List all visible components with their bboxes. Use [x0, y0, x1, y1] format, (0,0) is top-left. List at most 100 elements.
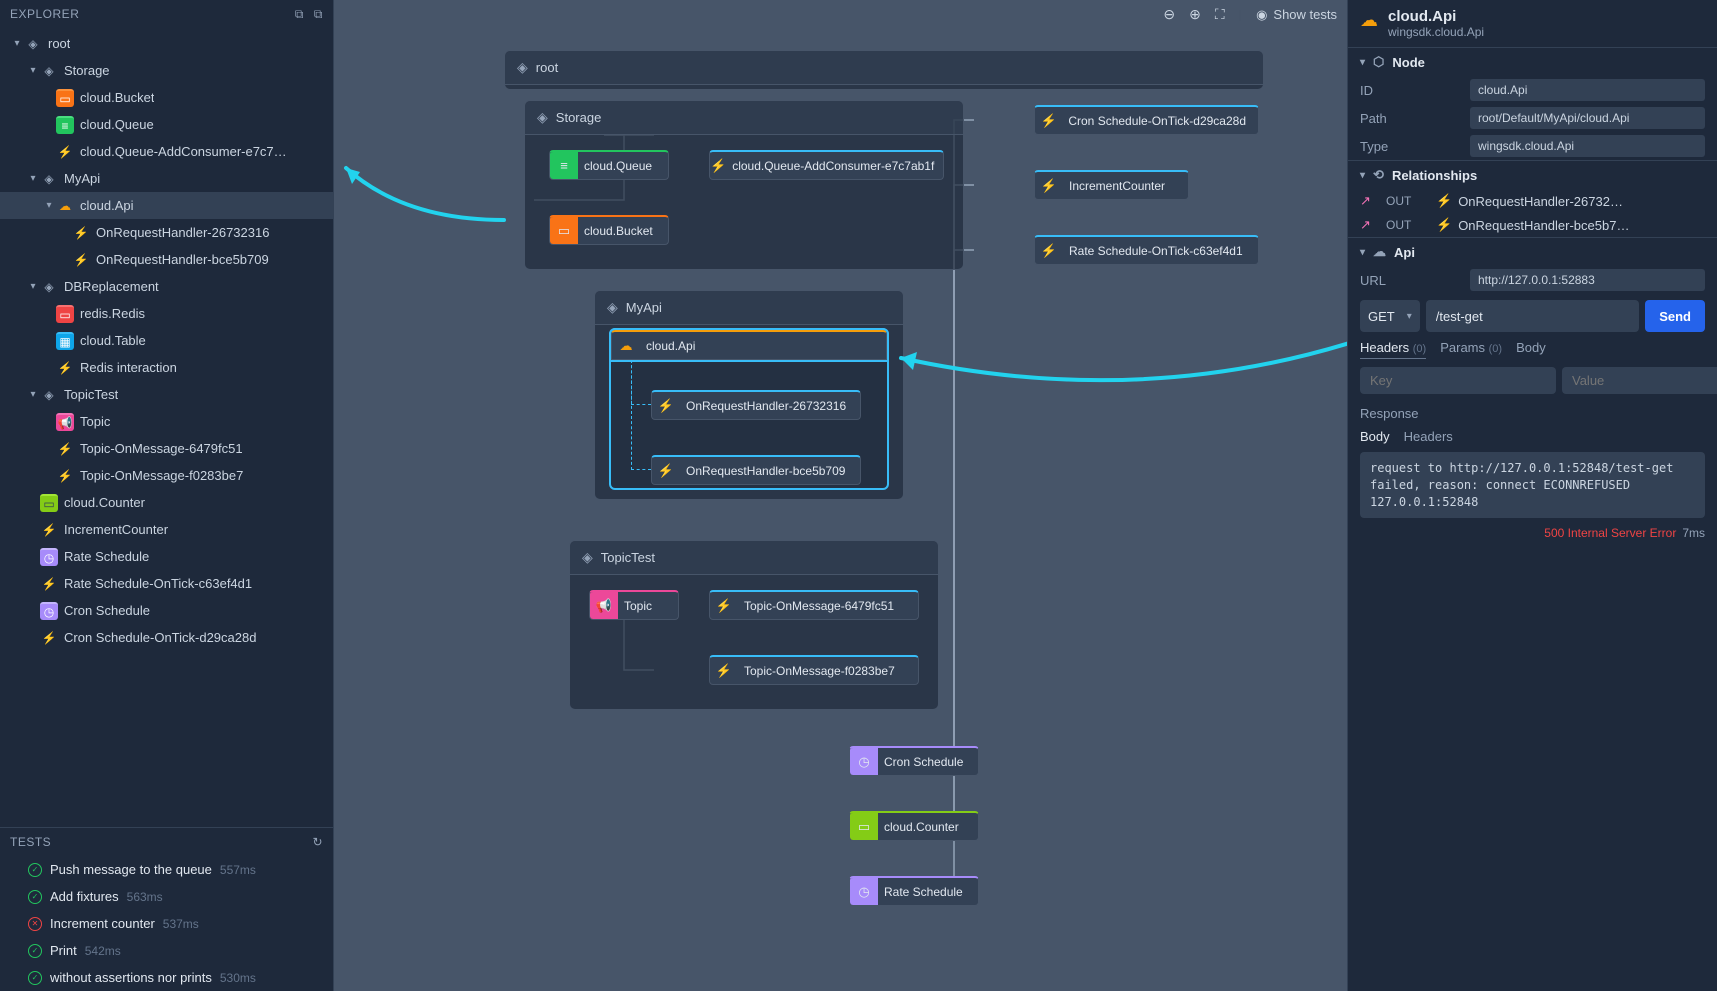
explorer-title: EXPLORER [10, 7, 79, 21]
tree-cloudapi[interactable]: ▾☁cloud.Api [0, 192, 333, 219]
node-path-value[interactable]: root/Default/MyApi/cloud.Api [1470, 107, 1705, 129]
test-row[interactable]: ✓Push message to the queue557ms [0, 856, 333, 883]
zoom-out-icon[interactable]: ⊖ [1163, 6, 1175, 23]
test-name: Add fixtures [50, 889, 119, 904]
inspector-title: cloud.Api [1388, 8, 1484, 25]
tree-table[interactable]: ▦cloud.Table [0, 327, 333, 354]
section-node[interactable]: ▾⬡Node [1348, 47, 1717, 76]
tree-topictest[interactable]: ▾◈TopicTest [0, 381, 333, 408]
tree-topic[interactable]: 📢Topic [0, 408, 333, 435]
node-ratesched[interactable]: ◷Rate Schedule [849, 876, 979, 906]
tree-counter[interactable]: ▭cloud.Counter [0, 489, 333, 516]
test-duration: 530ms [220, 971, 256, 985]
section-relationships[interactable]: ▾⟲Relationships [1348, 160, 1717, 189]
tree-onreq1[interactable]: ⚡OnRequestHandler-26732316 [0, 219, 333, 246]
cube-icon: ◈ [607, 299, 618, 316]
node-bucket[interactable]: ▭cloud.Bucket [549, 215, 669, 245]
node-onreq2[interactable]: ⚡OnRequestHandler-bce5b709 [651, 455, 861, 485]
test-status-icon: ✕ [28, 917, 42, 931]
cube-icon: ◈ [517, 59, 528, 76]
test-row[interactable]: ✓Add fixtures563ms [0, 883, 333, 910]
tree-redis[interactable]: ▭redis.Redis [0, 300, 333, 327]
path-input[interactable] [1426, 300, 1639, 332]
tree-dbrepl[interactable]: ▾◈DBReplacement [0, 273, 333, 300]
explorer-sidebar: EXPLORER ⧉ ⧉ ▾◈root ▾◈Storage ▭cloud.Buc… [0, 0, 334, 991]
node-ratetick[interactable]: ⚡Rate Schedule-OnTick-c63ef4d1 [1034, 235, 1259, 265]
show-tests-button[interactable]: ◉Show tests [1256, 7, 1337, 23]
test-status-icon: ✓ [28, 890, 42, 904]
outgoing-icon: ↗ [1360, 193, 1376, 209]
response-time: 7ms [1682, 526, 1705, 540]
node-cronsched[interactable]: ◷Cron Schedule [849, 746, 979, 776]
outgoing-icon: ↗ [1360, 217, 1376, 233]
response-headers-tab[interactable]: Headers [1404, 429, 1453, 444]
tree-bucket[interactable]: ▭cloud.Bucket [0, 84, 333, 111]
tree-inccounter[interactable]: ⚡IncrementCounter [0, 516, 333, 543]
node-id-value[interactable]: cloud.Api [1470, 79, 1705, 101]
node-icon: ⬡ [1373, 54, 1384, 70]
inspector-panel: ☁ cloud.Api wingsdk.cloud.Api ▾⬡Node IDc… [1347, 0, 1717, 991]
test-row[interactable]: ✓ without assertions nor prints 530ms [0, 964, 333, 991]
tree-topicmsg2[interactable]: ⚡Topic-OnMessage-f0283be7 [0, 462, 333, 489]
node-crontick[interactable]: ⚡Cron Schedule-OnTick-d29ca28d [1034, 105, 1259, 135]
method-select[interactable]: GET▾ [1360, 300, 1420, 332]
test-name: Push message to the queue [50, 862, 212, 877]
tree-myapi[interactable]: ▾◈MyApi [0, 165, 333, 192]
node-counter[interactable]: ▭cloud.Counter [849, 811, 979, 841]
tree-cronschedtick[interactable]: ⚡Cron Schedule-OnTick-d29ca28d [0, 624, 333, 651]
response-body-tab[interactable]: Body [1360, 429, 1390, 444]
header-key-input[interactable] [1360, 367, 1556, 394]
cloud-icon: ☁ [1360, 10, 1378, 31]
canvas[interactable]: ◈root ◈Storage ≡cloud.Queue ⚡cloud.Queue… [334, 0, 1347, 991]
node-topicmsg1[interactable]: ⚡Topic-OnMessage-6479fc51 [709, 590, 919, 620]
bolt-icon: ⚡ [1436, 193, 1452, 209]
api-url-value[interactable]: http://127.0.0.1:52883 [1470, 269, 1705, 291]
test-row[interactable]: ✕Increment counter537ms [0, 910, 333, 937]
node-topic[interactable]: 📢Topic [589, 590, 679, 620]
tree-storage[interactable]: ▾◈Storage [0, 57, 333, 84]
tree-redis-int[interactable]: ⚡Redis interaction [0, 354, 333, 381]
test-row[interactable]: ✓Print542ms [0, 937, 333, 964]
node-queue[interactable]: ≡cloud.Queue [549, 150, 669, 180]
node-cloudapi[interactable]: ☁cloud.Api [611, 330, 887, 360]
tree-queue-consumer[interactable]: ⚡cloud.Queue-AddConsumer-e7c7… [0, 138, 333, 165]
test-name: without assertions nor prints [50, 970, 212, 985]
test-name: Print [50, 943, 77, 958]
node-onreq1[interactable]: ⚡OnRequestHandler-26732316 [651, 390, 861, 420]
header-value-input[interactable] [1562, 367, 1717, 394]
group-cloudapi-selected[interactable]: ☁cloud.Api ⚡OnRequestHandler-26732316 ⚡O… [609, 328, 889, 490]
tree-ratesched[interactable]: ◷Rate Schedule [0, 543, 333, 570]
cube-icon: ◈ [537, 109, 548, 126]
tree-queue[interactable]: ≡cloud.Queue [0, 111, 333, 138]
test-duration: 537ms [163, 917, 199, 931]
send-button[interactable]: Send [1645, 300, 1705, 332]
node-queue-consumer[interactable]: ⚡cloud.Queue-AddConsumer-e7c7ab1f [709, 150, 944, 180]
tab-headers[interactable]: Headers (0) [1360, 340, 1426, 359]
relationship-row[interactable]: ↗OUT⚡OnRequestHandler-bce5b7… [1348, 213, 1717, 237]
node-inccounter[interactable]: ⚡IncrementCounter [1034, 170, 1189, 200]
test-status-icon: ✓ [28, 971, 42, 985]
tab-params[interactable]: Params (0) [1440, 340, 1502, 359]
fullscreen-icon[interactable]: ⛶ [1215, 6, 1225, 23]
tree-cronsched[interactable]: ◷Cron Schedule [0, 597, 333, 624]
tree-rateschedtick[interactable]: ⚡Rate Schedule-OnTick-c63ef4d1 [0, 570, 333, 597]
response-body[interactable]: request to http://127.0.0.1:52848/test-g… [1360, 452, 1705, 518]
zoom-in-icon[interactable]: ⊕ [1189, 6, 1201, 23]
inspector-subtitle: wingsdk.cloud.Api [1388, 25, 1484, 39]
node-topicmsg2[interactable]: ⚡Topic-OnMessage-f0283be7 [709, 655, 919, 685]
section-api[interactable]: ▾☁Api [1348, 237, 1717, 266]
node-type-value[interactable]: wingsdk.cloud.Api [1470, 135, 1705, 157]
tab-body[interactable]: Body [1516, 340, 1546, 359]
response-status: 500 Internal Server Error [1544, 526, 1676, 540]
cloud-icon: ☁ [1373, 244, 1386, 260]
test-duration: 557ms [220, 863, 256, 877]
relationship-row[interactable]: ↗OUT⚡OnRequestHandler-26732… [1348, 189, 1717, 213]
tree-topicmsg1[interactable]: ⚡Topic-OnMessage-6479fc51 [0, 435, 333, 462]
tree-onreq2[interactable]: ⚡OnRequestHandler-bce5b709 [0, 246, 333, 273]
bolt-icon: ⚡ [1436, 217, 1452, 233]
refresh-tests-icon[interactable]: ↻ [312, 835, 323, 849]
expand-icon[interactable]: ⧉ [314, 7, 323, 22]
group-root[interactable]: ◈root [504, 50, 1264, 90]
collapse-icon[interactable]: ⧉ [295, 7, 304, 22]
tree-root[interactable]: ▾◈root [0, 30, 333, 57]
